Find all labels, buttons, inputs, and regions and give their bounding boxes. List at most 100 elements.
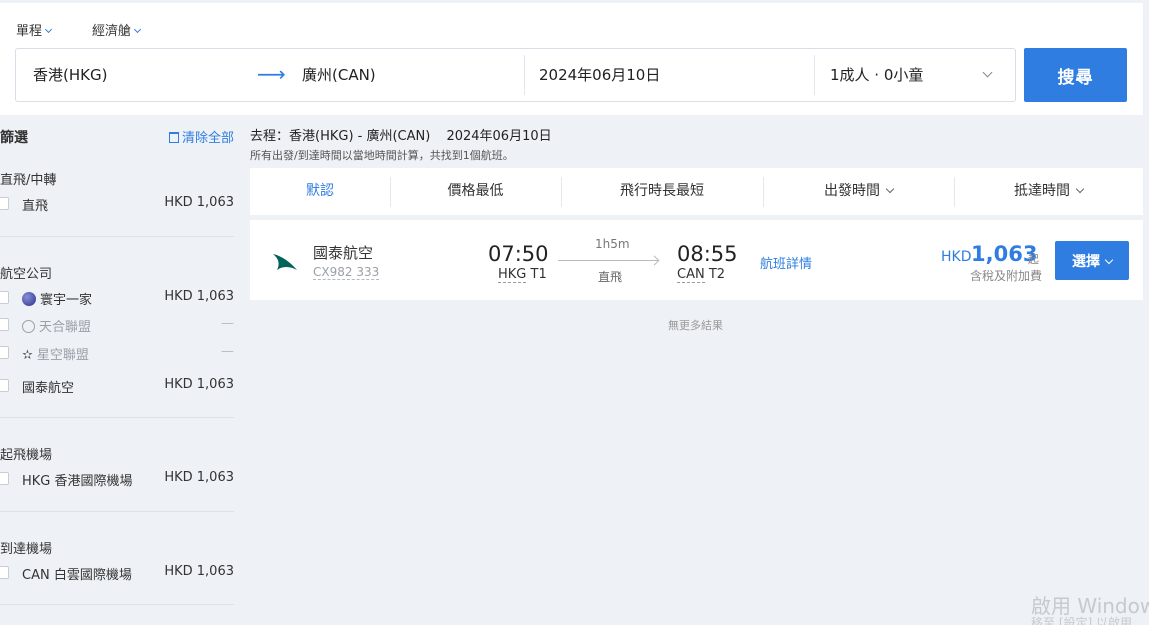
filter-option-star-alliance[interactable]: ✫ 星空聯盟 — [0,344,234,364]
airline-name: 國泰航空 [313,244,374,262]
departure-time: 07:50 [488,242,549,266]
chevron-down-icon [1104,255,1114,264]
sort-arrival-time[interactable]: 抵達時間 [954,168,1143,215]
chevron-down-icon [982,67,993,78]
divider [524,55,525,95]
divider [814,55,815,95]
filter-option-label: HKG 香港國際機場 [22,474,133,489]
trip-type-dropdown[interactable]: 單程 [16,20,53,39]
filter-option-label-wrap: 天合聯盟 [22,316,91,335]
flight-duration: 1h5m [595,237,630,251]
checkbox[interactable] [0,379,9,392]
checkbox[interactable] [0,566,9,579]
filter-option-oneworld[interactable]: 寰宇一家 HKD 1,063 [0,289,234,309]
route-label: 去程：香港(HKG) - 廣州(CAN) [250,129,431,144]
search-button[interactable]: 搜尋 [1024,48,1127,102]
stops-filter-title: 直飛/中轉 [0,173,57,188]
filter-option-label: 國泰航空 [22,381,75,396]
filter-option-label: CAN 白雲國際機場 [22,568,132,583]
sort-lowest-price[interactable]: 價格最低 [390,168,561,215]
arrival-time: 08:55 [677,242,738,266]
filter-option-direct[interactable]: 直飛 HKD 1,063 [0,195,234,215]
filter-option-price: — [221,316,234,331]
checkbox[interactable] [0,197,9,210]
price-currency: HKD [941,249,972,265]
divider [0,604,234,605]
divider [0,417,234,418]
sort-shortest-duration[interactable]: 飛行時長最短 [561,168,763,215]
route-summary: 去程：香港(HKG) - 廣州(CAN) 2024年06月10日 [250,125,552,144]
filter-option-price: HKD 1,063 [164,289,234,304]
filter-option-can[interactable]: CAN 白雲國際機場 HKD 1,063 [0,564,234,584]
cathay-logo-icon [273,254,297,270]
search-panel: 單程 經濟艙 香港(HKG) ⟶ 廣州(CAN) 2024年06月10日 1成人… [0,3,1143,115]
chevron-down-icon [1075,184,1085,194]
arrival-terminal: T2 [708,267,726,282]
filter-option-label: 直飛 [22,199,49,214]
flight-details-link[interactable]: 航班詳情 [760,253,812,272]
oneworld-icon [22,292,36,306]
filter-option-price: HKD 1,063 [164,195,234,210]
passenger-field[interactable]: 1成人 · 0小童 [830,49,1015,101]
checkbox[interactable] [0,346,9,359]
flight-card[interactable]: 國泰航空 CX982 333 07:50 HKG T1 1h5m 直飛 08:5… [250,220,1143,300]
tax-note: 含稅及附加費 [970,269,1043,283]
filter-option-hkg[interactable]: HKG 香港國際機場 HKD 1,063 [0,470,234,490]
departure-airport-filter-title: 起飛機場 [0,448,53,463]
checkbox[interactable] [0,291,9,304]
sort-departure-label: 出發時間 [824,183,880,199]
select-label: 選擇 [1072,253,1100,270]
airlines-filter-title: 航空公司 [0,267,53,282]
filter-option-label: 天合聯盟 [39,320,92,335]
departure-airport-code[interactable]: HKG [498,267,527,283]
cabin-label: 經濟艙 [92,24,132,39]
filter-option-label-wrap: 寰宇一家 [22,289,92,308]
route-date: 2024年06月10日 [446,129,552,144]
filter-title: 篩選 [0,130,28,146]
arrival-airport-filter-title: 到達機場 [0,542,53,557]
chevron-down-icon [885,184,895,194]
destination-field[interactable]: 廣州(CAN) [302,49,376,101]
passenger-label: 1成人 · 0小童 [830,66,924,84]
stops-label: 直飛 [598,270,623,284]
filter-option-price: HKD 1,063 [164,377,234,392]
flight-number[interactable]: CX982 333 [313,265,380,280]
date-field[interactable]: 2024年06月10日 [539,49,660,101]
arrival-airport: CAN T2 [677,267,726,283]
filter-option-label: 星空聯盟 [36,348,89,363]
chevron-down-icon [44,25,53,34]
origin-field[interactable]: 香港(HKG) [33,49,107,101]
filter-option-price: HKD 1,063 [164,564,234,579]
star-alliance-icon: ✫ [22,348,33,363]
departure-terminal: T1 [530,267,547,282]
sort-departure-time[interactable]: 出發時間 [763,168,954,215]
filter-option-price: — [221,344,234,359]
trash-icon [168,132,179,143]
price-suffix: 起 [1028,253,1039,266]
checkbox[interactable] [0,472,9,485]
filter-option-label: 寰宇一家 [40,293,93,308]
cabin-dropdown[interactable]: 經濟艙 [92,20,142,39]
select-button[interactable]: 選擇 [1055,241,1129,280]
trip-type-label: 單程 [16,24,43,39]
route-note: 所有出發/到達時間以當地時間計算，共找到1個航班。 [250,149,514,162]
sort-default[interactable]: 默認 [250,168,390,215]
filter-option-cathay[interactable]: 國泰航空 HKD 1,063 [0,377,234,397]
departure-airport: HKG T1 [498,267,547,283]
checkbox[interactable] [0,318,9,331]
skyteam-icon [22,320,35,333]
sort-bar: 默認 價格最低 飛行時長最短 出發時間 抵達時間 [250,168,1143,215]
filter-option-price: HKD 1,063 [164,470,234,485]
sort-arrival-label: 抵達時間 [1014,183,1070,199]
filter-option-skyteam[interactable]: 天合聯盟 — [0,316,234,336]
divider [0,511,234,512]
clear-all-button[interactable]: 清除全部 [168,127,234,146]
clear-all-label: 清除全部 [181,131,234,146]
filter-option-label-wrap: ✫ 星空聯盟 [22,344,89,363]
filter-sidebar: 篩選 清除全部 直飛/中轉 直飛 HKD 1,063 航空公司 寰宇一家 HKD… [0,115,234,625]
chevron-down-icon [133,25,142,34]
swap-arrow-icon[interactable]: ⟶ [257,49,286,101]
search-box: 香港(HKG) ⟶ 廣州(CAN) 2024年06月10日 1成人 · 0小童 [15,48,1016,102]
arrival-airport-code[interactable]: CAN [677,267,705,283]
windows-activation-subtext: 移至 [設定] 以啟用 [1031,616,1132,625]
